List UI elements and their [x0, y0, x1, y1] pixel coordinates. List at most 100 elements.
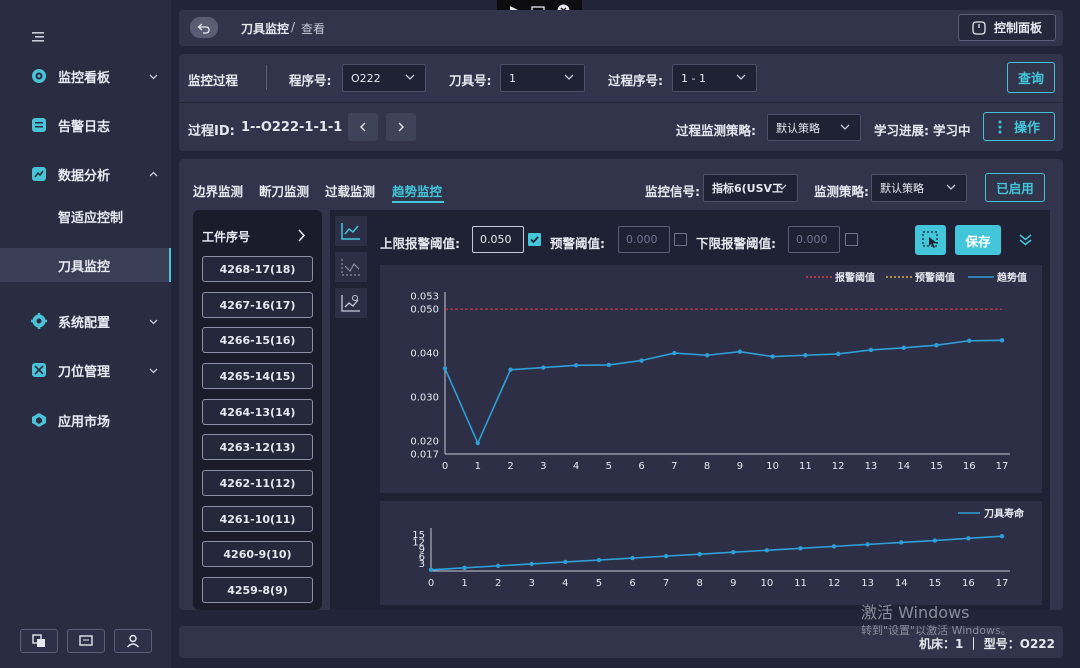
chart-tool-strip: [330, 210, 372, 610]
watermark-subtitle: 转到"设置"以激活 Windows。: [861, 624, 1012, 637]
scatter-chart-icon: [341, 259, 360, 276]
list-item[interactable]: 4268-17(18): [202, 256, 313, 282]
menu-collapse-icon[interactable]: [32, 31, 46, 43]
bottom-button-1[interactable]: [20, 629, 58, 653]
warn-threshold-checkbox[interactable]: [674, 233, 687, 246]
list-item[interactable]: 4263-12(13): [202, 434, 313, 460]
market-icon: [32, 413, 46, 427]
divider: [266, 65, 267, 90]
y-tick-label: 0.030: [410, 392, 439, 403]
signal-select[interactable]: 指标6(USV工: [703, 174, 798, 202]
data-point: [967, 338, 972, 343]
chevron-up-icon: [149, 171, 158, 176]
bottom-button-2[interactable]: [67, 629, 105, 653]
sidebar-item-dashboard[interactable]: 监控看板: [0, 59, 171, 93]
data-point: [831, 544, 837, 549]
upper-threshold-checkbox[interactable]: [528, 233, 541, 246]
chevron-right-icon: [398, 122, 404, 132]
double-chevron-down-icon[interactable]: [1018, 233, 1033, 247]
x-tick-label: 0: [442, 461, 448, 472]
sidebar-item-tool-position[interactable]: 刀位管理: [0, 353, 171, 387]
bottom-button-3[interactable]: [114, 629, 152, 653]
data-point: [966, 536, 971, 541]
list-item[interactable]: 4266-15(16): [202, 327, 313, 353]
tab-trend[interactable]: 趋势监控: [392, 181, 442, 200]
tool-select[interactable]: 1: [500, 64, 585, 92]
strategy-select[interactable]: 默认策略: [767, 114, 861, 141]
list-item[interactable]: 4260-9(10): [202, 541, 313, 567]
sidebar-item-app-market[interactable]: 应用市场: [0, 403, 171, 437]
sidebar-item-system-config[interactable]: 系统配置: [0, 304, 171, 338]
list-item[interactable]: 4264-13(14): [202, 399, 313, 425]
enabled-button[interactable]: 已启用: [985, 173, 1045, 202]
y-tick-label: 0.050: [410, 305, 439, 316]
save-button[interactable]: 保存: [955, 225, 1001, 255]
back-icon: [197, 23, 210, 34]
data-point: [529, 561, 534, 567]
list-item[interactable]: 4262-11(12): [202, 470, 313, 496]
line-chart-icon: [341, 223, 360, 240]
chevron-right-icon[interactable]: [297, 229, 306, 242]
program-select[interactable]: O222: [342, 64, 426, 92]
data-point: [606, 362, 612, 368]
x-tick-label: 9: [730, 578, 736, 589]
process-select[interactable]: 1 - 1: [672, 64, 757, 92]
legend-label: 预警阈值: [915, 271, 955, 284]
data-point: [770, 354, 775, 359]
tab-broken-tool[interactable]: 断刀监测: [259, 181, 309, 200]
gear-icon: [31, 313, 47, 329]
lower-threshold-input[interactable]: 0.000: [788, 226, 840, 253]
chevron-down-icon: [149, 368, 158, 373]
control-panel-label: 控制面板: [993, 21, 1042, 35]
process-id-value: 1--O222-1-1-1: [241, 120, 343, 135]
list-item[interactable]: 4267-16(17): [202, 292, 313, 318]
chart-type-scatter-button[interactable]: [335, 252, 367, 282]
filter-panel: 监控过程 程序号: O222 刀具号: 1 过程序号: 1 - 1 查询 过程I…: [179, 54, 1063, 151]
data-point: [462, 565, 467, 571]
list-item[interactable]: 4261-10(11): [202, 506, 313, 532]
sidebar-item-tool-monitor[interactable]: 刀具监控: [0, 248, 171, 282]
chart-type-line-button[interactable]: [335, 216, 367, 246]
screen-icon: [79, 635, 93, 646]
life-chart: 15129630 1 2 3 4 5 6 7 8 9 10 11 12 13 14 15 16 17刀具寿命: [412, 507, 1025, 589]
query-button[interactable]: 查询: [1007, 62, 1055, 93]
data-point: [835, 351, 841, 357]
y-tick-label: 3: [419, 559, 425, 570]
lower-threshold-checkbox[interactable]: [845, 233, 858, 246]
upper-threshold-input[interactable]: 0.050: [472, 226, 524, 253]
tab-overload[interactable]: 过载监测: [325, 181, 375, 200]
sidebar-item-adaptive-control[interactable]: 智适应控制: [0, 199, 171, 233]
sidebar-item-data-analysis[interactable]: 数据分析: [0, 157, 171, 191]
list-item[interactable]: 4259-8(9): [202, 577, 313, 603]
data-point: [697, 551, 702, 557]
sidebar-item-label: 系统配置: [58, 315, 111, 331]
back-button[interactable]: [190, 17, 218, 38]
chart-type-trend-button[interactable]: [335, 288, 367, 318]
data-point: [803, 353, 808, 358]
data-point: [475, 440, 480, 446]
more-vertical-icon: [998, 120, 1002, 133]
process-value: 1 - 1: [681, 71, 706, 85]
next-button[interactable]: [386, 113, 416, 141]
chevron-down-icon: [564, 74, 574, 80]
warn-threshold-input[interactable]: 0.000: [618, 226, 670, 253]
x-tick-label: 7: [671, 461, 677, 472]
list-item[interactable]: 4265-14(15): [202, 363, 313, 389]
signal-label: 监控信号:: [645, 184, 700, 199]
x-tick-label: 8: [704, 461, 710, 472]
operate-label: 操作: [1013, 121, 1040, 136]
operate-button[interactable]: 操作: [983, 112, 1055, 141]
breadcrumb-main[interactable]: 刀具监控: [241, 20, 289, 37]
detect-strategy-select[interactable]: 默认策略: [871, 174, 967, 202]
row-divider: [179, 102, 1063, 103]
select-tool-button[interactable]: [915, 225, 946, 255]
sidebar-item-alarm-log[interactable]: 告警日志: [0, 108, 171, 142]
chevron-down-icon: [149, 74, 158, 79]
header-bar: 刀具监控 / 查看 控制面板: [179, 10, 1063, 46]
x-tick-label: 5: [596, 578, 602, 589]
x-tick-label: 3: [540, 461, 546, 472]
prev-button[interactable]: [348, 113, 378, 141]
x-tick-label: 7: [663, 578, 669, 589]
tab-boundary[interactable]: 边界监测: [193, 181, 243, 200]
control-panel-button[interactable]: 控制面板: [958, 14, 1056, 41]
